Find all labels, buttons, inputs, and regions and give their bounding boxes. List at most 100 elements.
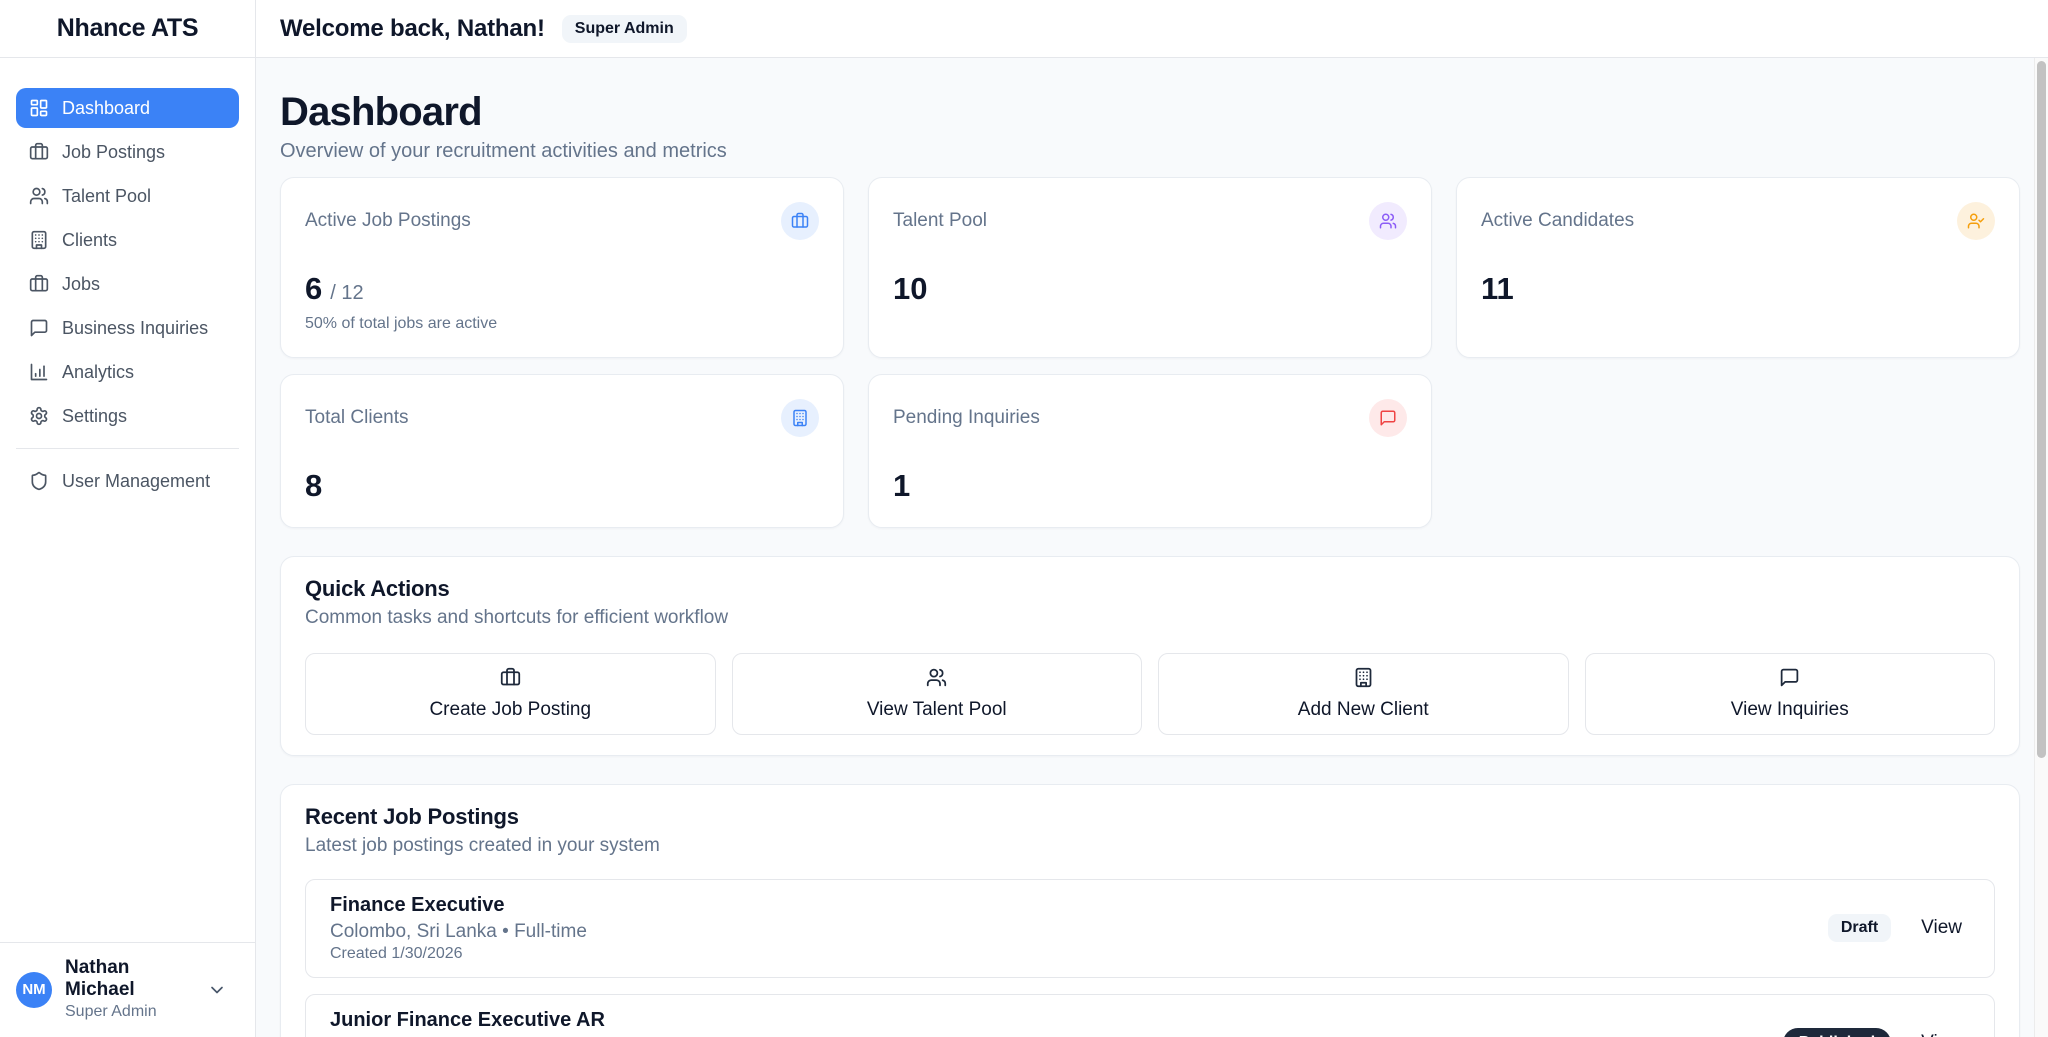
user-menu[interactable]: NM Nathan Michael Super Admin [0, 942, 255, 1037]
briefcase-icon [781, 202, 819, 240]
stat-card-pending-inquiries: Pending Inquiries 1 [868, 374, 1432, 528]
view-job-button[interactable]: View [1913, 1026, 1970, 1037]
briefcase-icon [29, 274, 49, 294]
sidebar-item-user-management[interactable]: User Management [16, 461, 239, 501]
welcome-text: Welcome back, Nathan! [280, 15, 545, 43]
sidebar-item-clients[interactable]: Clients [16, 220, 239, 260]
qa-label: Create Job Posting [429, 699, 591, 721]
chevron-down-icon [207, 980, 227, 1000]
main-area: Welcome back, Nathan! Super Admin Dashbo… [256, 0, 2048, 1037]
job-created: Created 1/30/2026 [330, 945, 587, 963]
users-icon [29, 186, 49, 206]
stat-value: 1 [893, 469, 910, 503]
job-title: Finance Executive [330, 893, 587, 917]
message-icon [1779, 667, 1800, 688]
sidebar: Nhance ATS Dashboard Job Postings Talent… [0, 0, 256, 1037]
quick-actions-grid: Create Job Posting View Talent Pool Add … [305, 653, 1995, 735]
building-icon [1353, 667, 1374, 688]
sidebar-item-analytics[interactable]: Analytics [16, 352, 239, 392]
stat-label: Total Clients [305, 407, 409, 429]
add-new-client-button[interactable]: Add New Client [1158, 653, 1569, 735]
gear-icon [29, 406, 49, 426]
sidebar-item-label: Jobs [62, 274, 100, 295]
sidebar-item-jobs[interactable]: Jobs [16, 264, 239, 304]
sidebar-item-label: Analytics [62, 362, 134, 383]
app-logo: Nhance ATS [57, 14, 198, 43]
shield-icon [29, 471, 49, 491]
qa-label: View Talent Pool [867, 699, 1007, 721]
status-badge: Draft [1828, 914, 1891, 942]
stat-label: Active Candidates [1481, 210, 1634, 232]
job-title: Junior Finance Executive AR [330, 1008, 605, 1032]
message-icon [29, 318, 49, 338]
sidebar-item-label: User Management [62, 471, 210, 492]
sidebar-item-label: Dashboard [62, 98, 150, 119]
app-logo-area: Nhance ATS [0, 0, 255, 58]
job-info: Finance Executive Colombo, Sri Lanka • F… [330, 893, 587, 963]
sidebar-divider [16, 448, 239, 449]
sidebar-item-dashboard[interactable]: Dashboard [16, 88, 239, 128]
scrollbar-track[interactable] [2034, 58, 2048, 1037]
sidebar-nav: Dashboard Job Postings Talent Pool Clien… [0, 58, 255, 505]
stat-suffix: / 12 [330, 282, 363, 305]
sidebar-item-label: Talent Pool [62, 186, 151, 207]
job-info: Junior Finance Executive AR Colombo • Fu… [330, 1008, 605, 1037]
user-role: Super Admin [65, 1002, 194, 1023]
job-meta: Colombo, Sri Lanka • Full-time [330, 921, 587, 943]
stat-label: Talent Pool [893, 210, 987, 232]
sidebar-spacer [0, 505, 255, 942]
stat-label: Active Job Postings [305, 210, 471, 232]
stat-label: Pending Inquiries [893, 407, 1040, 429]
user-name: Nathan Michael [65, 957, 194, 1003]
dashboard-content: Dashboard Overview of your recruitment a… [256, 58, 2048, 1037]
quick-actions-title: Quick Actions [305, 577, 1995, 601]
users-icon [1369, 202, 1407, 240]
stat-card-total-clients: Total Clients 8 [280, 374, 844, 528]
page-subtitle: Overview of your recruitment activities … [280, 140, 2020, 163]
stat-value: 8 [305, 469, 322, 503]
job-row-finance-executive: Finance Executive Colombo, Sri Lanka • F… [305, 879, 1995, 978]
sidebar-item-label: Settings [62, 406, 127, 427]
chart-icon [29, 362, 49, 382]
sidebar-item-talent-pool[interactable]: Talent Pool [16, 176, 239, 216]
role-badge: Super Admin [562, 15, 687, 43]
briefcase-icon [500, 667, 521, 688]
stat-note: 50% of total jobs are active [305, 315, 819, 333]
stats-grid: Active Job Postings 6 / 12 50% of total … [280, 177, 2020, 528]
stat-card-active-candidates: Active Candidates 11 [1456, 177, 2020, 358]
scrollbar-thumb[interactable] [2037, 61, 2046, 758]
qa-label: Add New Client [1298, 699, 1429, 721]
building-icon [29, 230, 49, 250]
message-icon [1369, 399, 1407, 437]
stat-value: 10 [893, 272, 927, 306]
sidebar-item-business-inquiries[interactable]: Business Inquiries [16, 308, 239, 348]
recent-job-postings-card: Recent Job Postings Latest job postings … [280, 784, 2020, 1037]
sidebar-item-label: Job Postings [62, 142, 165, 163]
stat-card-talent-pool: Talent Pool 10 [868, 177, 1432, 358]
dashboard-icon [29, 98, 49, 118]
job-row-junior-finance-executive-ar: Junior Finance Executive AR Colombo • Fu… [305, 994, 1995, 1037]
quick-actions-subtitle: Common tasks and shortcuts for efficient… [305, 607, 1995, 629]
job-rows: Finance Executive Colombo, Sri Lanka • F… [305, 879, 1995, 1037]
topbar: Welcome back, Nathan! Super Admin [256, 0, 2048, 58]
sidebar-item-label: Clients [62, 230, 117, 251]
sidebar-item-job-postings[interactable]: Job Postings [16, 132, 239, 172]
view-inquiries-button[interactable]: View Inquiries [1585, 653, 1996, 735]
users-icon [926, 667, 947, 688]
building-icon [781, 399, 819, 437]
stat-value: 11 [1481, 272, 1514, 306]
sidebar-item-settings[interactable]: Settings [16, 396, 239, 436]
page-title: Dashboard [280, 90, 2020, 134]
briefcase-icon [29, 142, 49, 162]
recent-jobs-subtitle: Latest job postings created in your syst… [305, 835, 1995, 857]
status-badge: Published [1783, 1028, 1891, 1037]
recent-jobs-title: Recent Job Postings [305, 805, 1995, 829]
user-check-icon [1957, 202, 1995, 240]
avatar: NM [16, 972, 52, 1008]
create-job-posting-button[interactable]: Create Job Posting [305, 653, 716, 735]
view-job-button[interactable]: View [1913, 911, 1970, 945]
user-meta: Nathan Michael Super Admin [65, 957, 194, 1023]
view-talent-pool-button[interactable]: View Talent Pool [732, 653, 1143, 735]
quick-actions-card: Quick Actions Common tasks and shortcuts… [280, 556, 2020, 756]
stat-card-active-job-postings: Active Job Postings 6 / 12 50% of total … [280, 177, 844, 358]
